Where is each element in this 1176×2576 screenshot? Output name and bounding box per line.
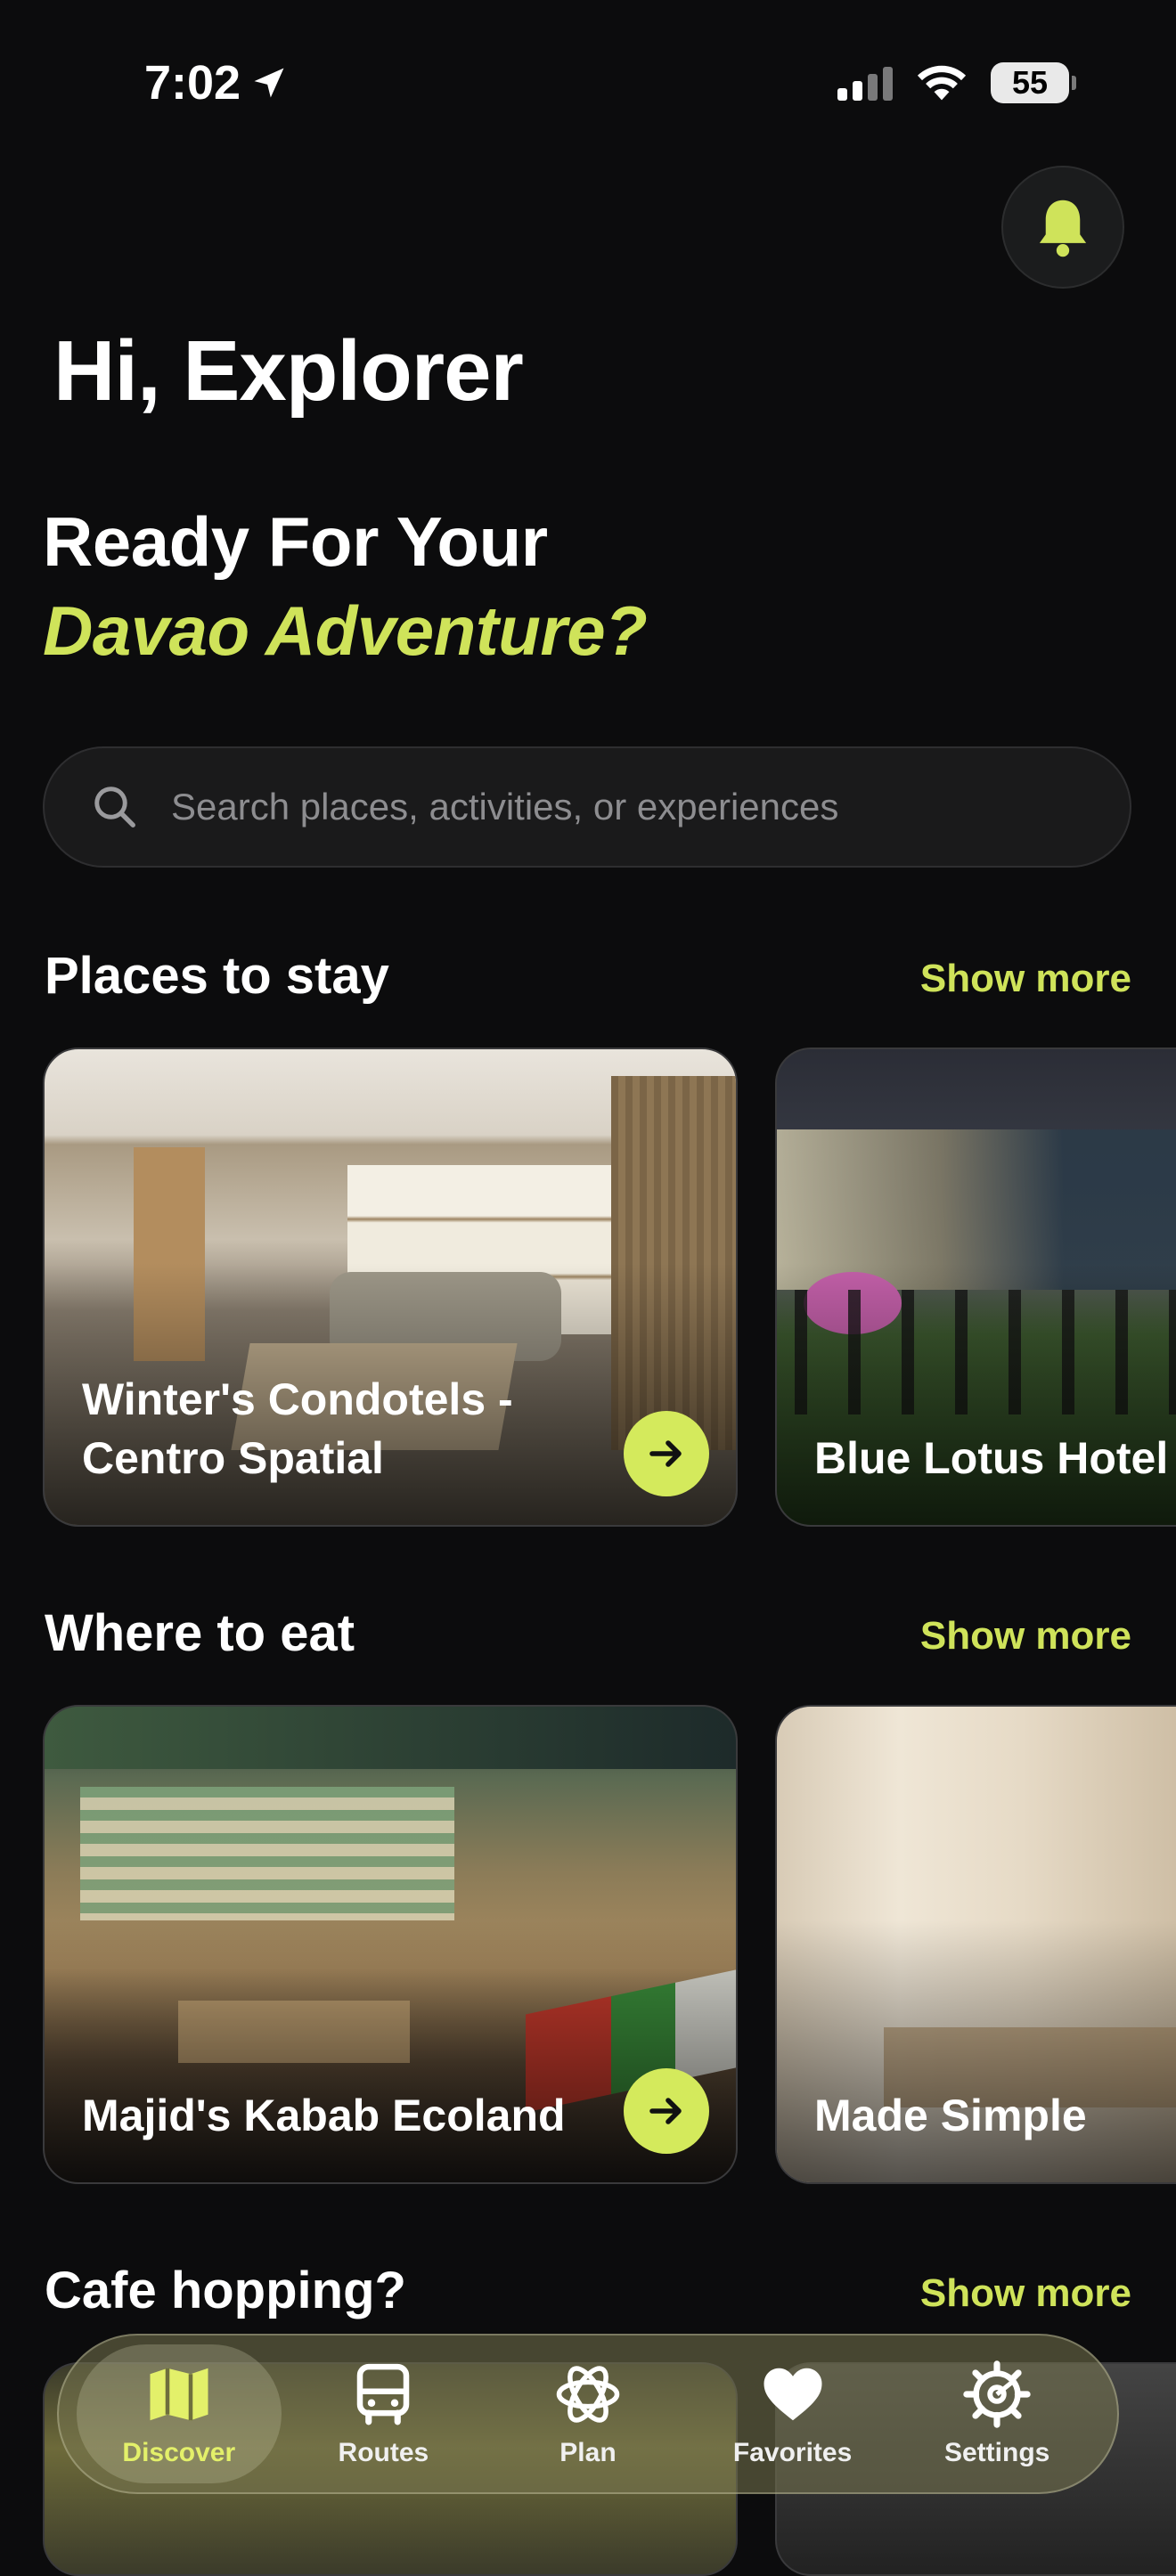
show-more-cafe-hopping[interactable]: Show more [920,2271,1131,2316]
restaurant-card-made-simple[interactable]: Made Simple [775,1705,1176,2184]
status-indicators: 55 [837,62,1076,103]
show-more-places-to-stay[interactable]: Show more [920,957,1131,1001]
open-card-button[interactable] [624,1411,709,1496]
tab-label: Routes [338,2438,429,2467]
section-title-where-to-eat: Where to eat [45,1604,355,1662]
headline: Ready For Your Davao Adventure? [43,497,648,675]
wifi-icon [917,65,967,101]
atom-icon [556,2366,620,2423]
search-input[interactable] [169,785,1064,829]
card-title: Made Simple [814,2091,1087,2140]
search-icon [94,787,135,827]
tab-settings[interactable]: Settings [894,2344,1099,2483]
battery-indicator: 55 [991,62,1076,103]
heart-icon [764,2368,822,2421]
card-photo-detail [80,1787,454,1920]
tab-label: Settings [943,2438,1050,2467]
tab-label: Plan [559,2438,617,2467]
arrow-right-icon [649,2098,682,2124]
status-time-text: 7:02 [144,56,241,110]
card-title: Blue Lotus Hotel [814,1433,1169,1483]
gear-icon [963,2360,1031,2428]
location-arrow-icon [254,68,284,98]
card-photo-detail [45,1707,736,1769]
map-icon [150,2368,208,2421]
battery-level: 55 [1011,64,1049,101]
tab-favorites[interactable]: Favorites [690,2344,895,2483]
headline-line-1: Ready For Your [43,502,548,581]
notifications-button[interactable] [1001,166,1124,289]
restaurant-card-majids-kabab[interactable]: Majid's Kabab Ecoland [43,1705,738,2184]
show-more-where-to-eat[interactable]: Show more [920,1614,1131,1659]
bell-icon [1039,200,1087,257]
open-card-button[interactable] [624,2068,709,2154]
tab-label: Favorites [732,2438,853,2467]
arrow-right-icon [649,1440,682,1467]
greeting-title: Hi, Explorer [53,323,524,419]
headline-line-2: Davao Adventure? [43,591,648,670]
place-card-blue-lotus-hotel[interactable]: Blue Lotus Hotel [775,1048,1176,1527]
section-title-places-to-stay: Places to stay [45,947,389,1005]
section-title-cafe-hopping: Cafe hopping? [45,2262,406,2319]
bus-icon [357,2363,410,2425]
tab-routes[interactable]: Routes [282,2344,486,2483]
tab-discover[interactable]: Discover [77,2344,282,2483]
tab-plan[interactable]: Plan [486,2344,690,2483]
card-title: Majid's Kabab Ecoland [82,2091,566,2140]
card-title: Winter's Condotels - Centro Spatial [82,1374,513,1483]
search-bar[interactable] [43,746,1131,868]
bottom-tab-bar: Discover Routes Plan Favorites Settings [57,2334,1119,2494]
place-card-winters-condotels[interactable]: Winter's Condotels - Centro Spatial [43,1048,738,1527]
status-time: 7:02 [144,55,289,110]
tab-label: Discover [122,2438,236,2467]
cellular-signal-icon [837,65,893,101]
